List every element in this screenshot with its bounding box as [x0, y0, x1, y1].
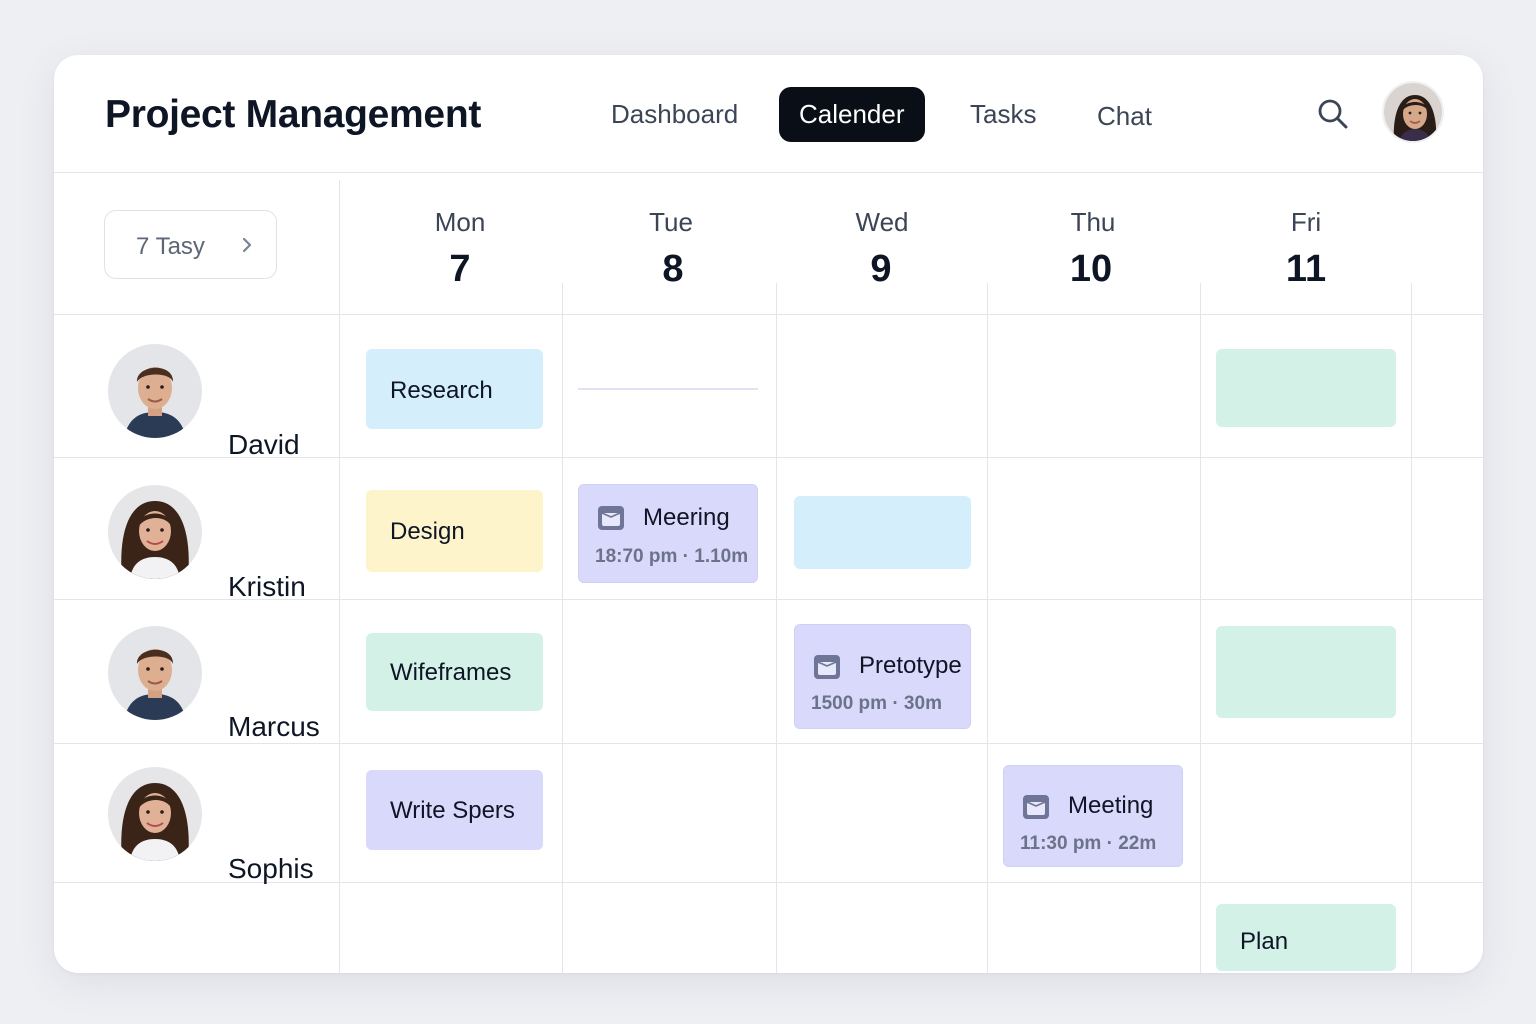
event-meeting-sophis[interactable]: Meeting 11:30 pm · 22m	[1003, 765, 1183, 867]
nav-calender[interactable]: Calender	[779, 87, 925, 142]
calendar-icon	[813, 654, 841, 680]
event-design[interactable]: Design	[366, 490, 543, 572]
grid-line	[776, 283, 777, 973]
date-range-label: 7 Tasy	[136, 233, 205, 260]
event-title: Meering	[643, 504, 730, 531]
member-name-kristin: Kristin	[228, 571, 306, 602]
event-time: 11:30 pm · 22m	[1020, 833, 1157, 854]
grid-line	[987, 283, 988, 973]
avatar-david	[108, 344, 202, 438]
grid-line	[562, 283, 563, 973]
avatar-marcus	[108, 626, 202, 720]
member-name-sophis: Sophis	[228, 853, 314, 884]
empty-slot-line	[578, 388, 758, 390]
event-prototype[interactable]: Pretotype 1500 pm · 30m	[794, 624, 971, 729]
day-name-fri: Fri	[1290, 207, 1322, 237]
event-title: Pretotype	[859, 652, 962, 679]
event-research[interactable]: Research	[366, 349, 543, 429]
event-time: 18:70 pm · 1.10m	[595, 546, 749, 567]
event-label: Design	[390, 518, 465, 545]
grid-line	[339, 180, 340, 973]
grid-line	[54, 314, 1483, 315]
event-block-blue[interactable]	[794, 496, 971, 569]
avatar-sophis	[108, 767, 202, 861]
member-name-marcus: Marcus	[228, 711, 320, 742]
event-meeting-kristin[interactable]: Meering 18:70 pm · 1.10m	[578, 484, 758, 583]
event-label: Research	[390, 377, 493, 404]
day-num-fri: 11	[1285, 248, 1327, 290]
app-title: Project Management	[105, 93, 482, 136]
chevron-right-icon	[240, 236, 254, 254]
day-num-mon: 7	[449, 248, 471, 290]
avatar-kristin	[108, 485, 202, 579]
event-wireframes[interactable]: Wifeframes	[366, 633, 543, 711]
date-range-button[interactable]: 7 Tasy	[104, 210, 277, 279]
nav-dashboard[interactable]: Dashboard	[591, 87, 758, 142]
nav-chat[interactable]: Chat	[1077, 89, 1172, 144]
event-block-green[interactable]	[1216, 349, 1396, 427]
event-block-green[interactable]	[1216, 626, 1396, 718]
event-write-specs[interactable]: Write Spers	[366, 770, 543, 850]
event-time: 1500 pm · 30m	[811, 693, 942, 714]
top-header: Project Management Dashboard Calender Ta…	[54, 55, 1483, 173]
day-num-wed: 9	[870, 248, 892, 290]
user-avatar[interactable]	[1382, 81, 1444, 143]
event-title: Meeting	[1068, 792, 1154, 819]
grid-line	[1200, 283, 1201, 973]
event-label: Wifeframes	[390, 659, 512, 686]
day-name-mon: Mon	[434, 207, 486, 237]
calendar-icon	[1022, 794, 1050, 820]
calendar-icon	[597, 505, 625, 531]
grid-line	[54, 743, 1483, 744]
search-icon[interactable]	[1314, 95, 1352, 133]
nav-tasks[interactable]: Tasks	[950, 87, 1056, 142]
day-name-wed: Wed	[855, 207, 909, 237]
grid-line	[1411, 283, 1412, 973]
member-name-david: David	[228, 429, 300, 460]
event-label: Write Spers	[390, 797, 515, 824]
day-name-thu: Thu	[1070, 207, 1116, 237]
day-num-tue: 8	[662, 248, 684, 290]
event-plan[interactable]: Plan	[1216, 904, 1396, 971]
day-name-tue: Tue	[649, 207, 693, 237]
calendar-card: Project Management Dashboard Calender Ta…	[54, 55, 1483, 973]
day-num-thu: 10	[1069, 248, 1113, 290]
event-label: Plan	[1240, 928, 1289, 955]
